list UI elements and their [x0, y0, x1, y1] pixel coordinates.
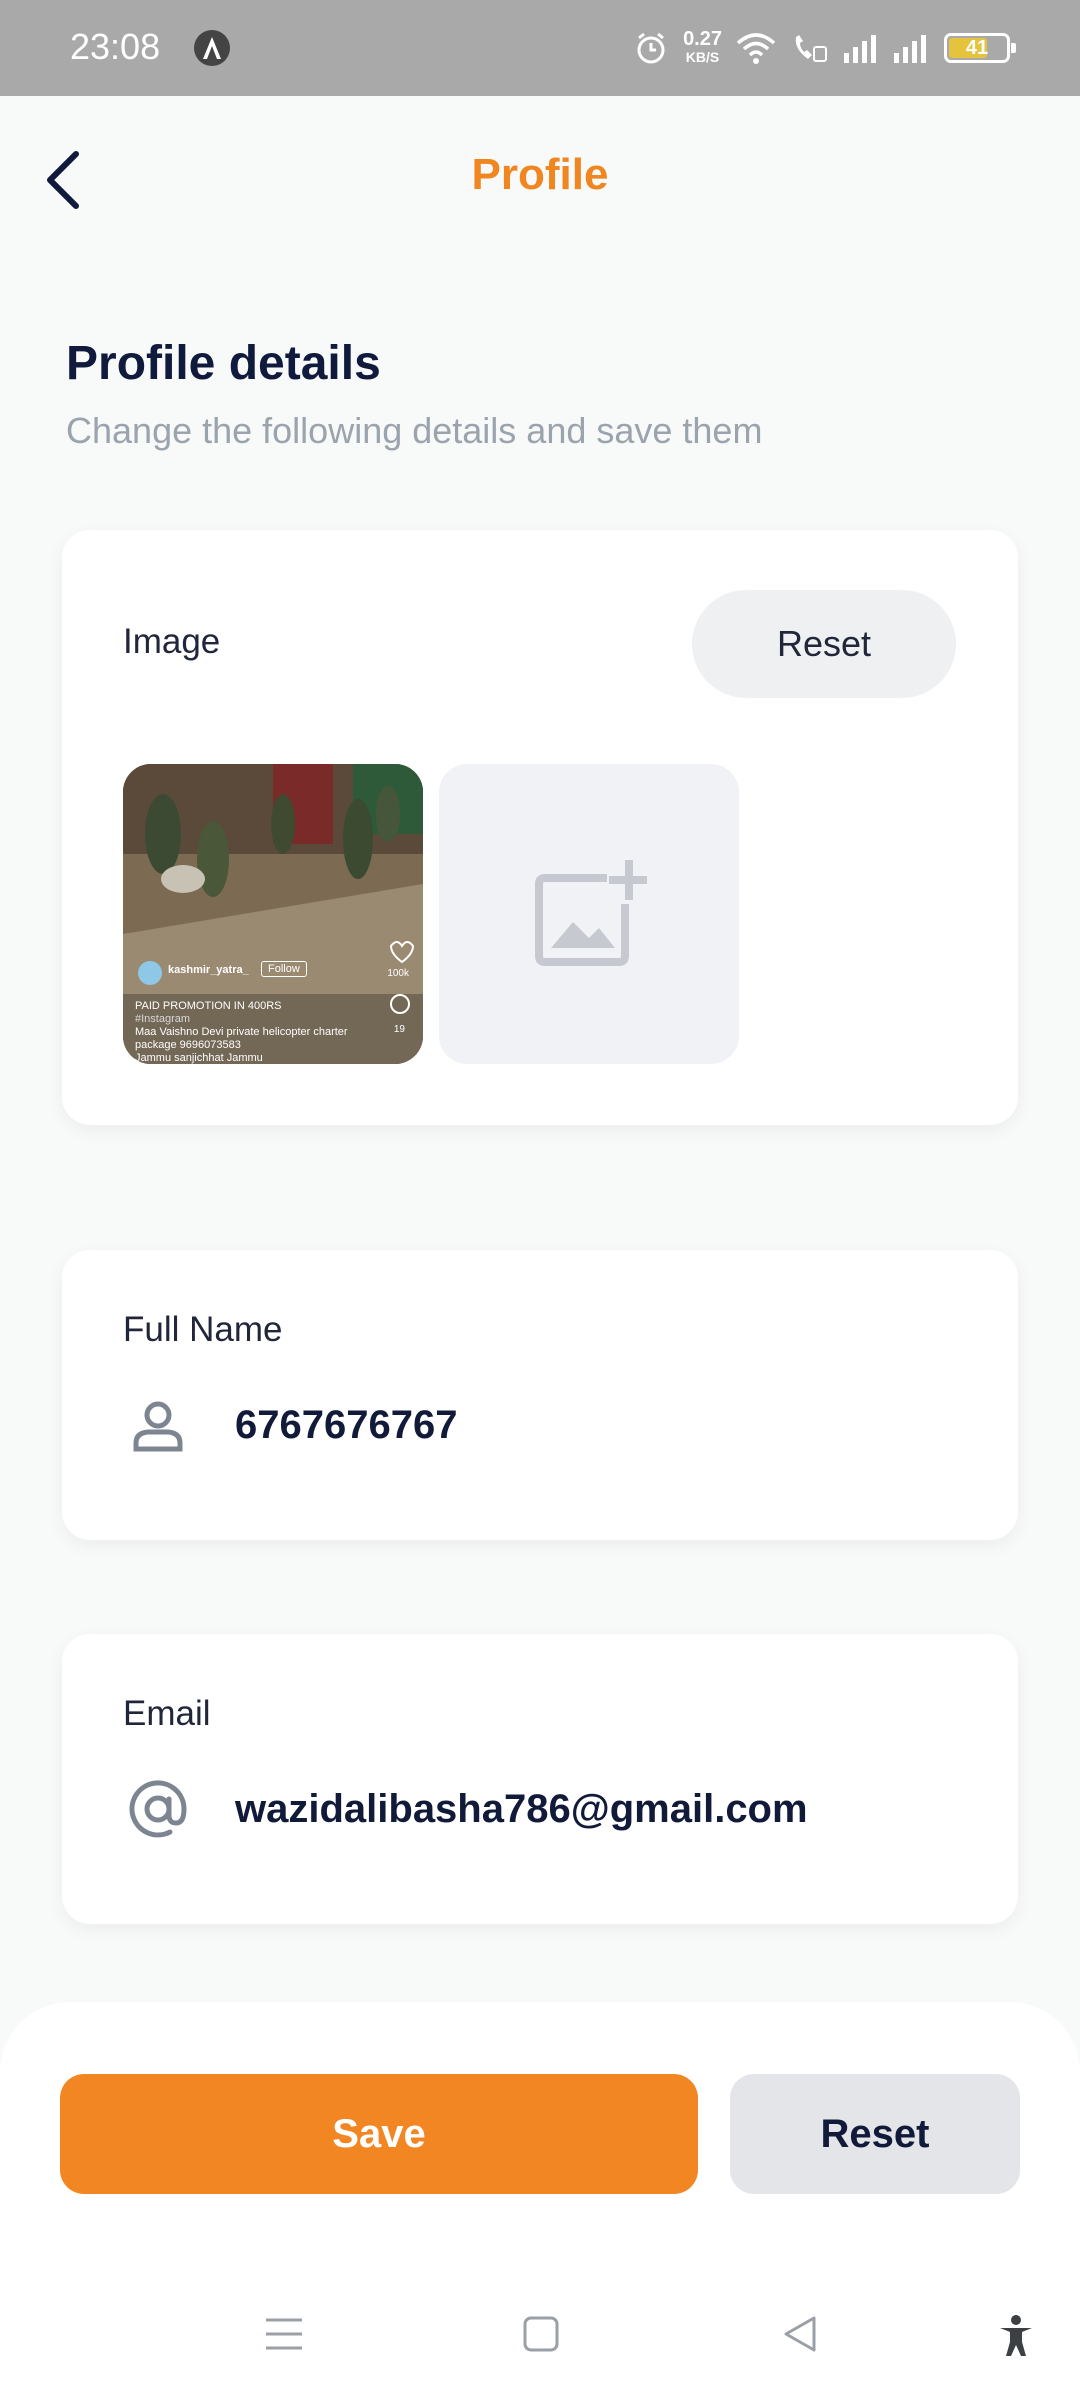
- thumbnail-comments: 19: [393, 1024, 405, 1035]
- status-icons: 0.27 KB/S 41: [633, 24, 1016, 72]
- wifi-icon: [736, 33, 776, 64]
- add-image-button[interactable]: [439, 764, 739, 1064]
- full-name-field[interactable]: 6767676767: [123, 1390, 457, 1460]
- thumbnail-caption-line4: Jammu sanjichhat Jammu: [135, 1052, 263, 1064]
- image-label: Image: [123, 622, 221, 661]
- section-subtitle: Change the following details and save th…: [66, 410, 763, 451]
- battery-icon: 41: [944, 33, 1016, 63]
- email-field[interactable]: wazidalibasha786@gmail.com: [123, 1774, 808, 1844]
- full-name-label: Full Name: [123, 1310, 283, 1349]
- email-label: Email: [123, 1694, 211, 1733]
- thumbnail-follow: Follow: [261, 961, 307, 977]
- image-reset-button[interactable]: Reset: [692, 590, 956, 698]
- signal-2-icon: [894, 35, 926, 63]
- network-speed-unit: KB/S: [685, 49, 720, 65]
- thumbnail-caption: PAID PROMOTION IN 400RS #Instagram Maa V…: [135, 1000, 365, 1064]
- thumbnail-likes: 100k: [387, 968, 409, 979]
- at-sign-icon: [123, 1774, 193, 1844]
- system-nav-bar: [0, 2298, 1080, 2378]
- person-icon: [123, 1390, 193, 1460]
- thumbnail-caption-line1: PAID PROMOTION IN 400RS: [135, 1000, 282, 1012]
- full-name-value: 6767676767: [235, 1402, 458, 1447]
- accessibility-icon[interactable]: [996, 2314, 1036, 2358]
- app-notification-icon: [192, 28, 232, 68]
- network-speed-value: 0.27: [683, 28, 722, 50]
- battery-level: 41: [965, 37, 989, 59]
- save-button[interactable]: Save: [60, 2074, 698, 2194]
- bottom-action-sheet: Save Reset: [0, 2002, 1080, 2400]
- email-card: Email wazidalibasha786@gmail.com: [62, 1634, 1018, 1924]
- status-time: 23:08: [70, 26, 161, 67]
- thumbnail-caption-line3: package 9696073583: [135, 1039, 241, 1051]
- thumbnail-caption-tag: #Instagram: [135, 1013, 191, 1025]
- reset-button[interactable]: Reset: [730, 2074, 1020, 2194]
- back-triangle-icon[interactable]: [780, 2314, 820, 2354]
- page-title: Profile: [471, 150, 609, 199]
- thumbnail-caption-line2: Maa Vaishno Devi private helicopter char…: [135, 1026, 348, 1038]
- signal-1-icon: [844, 35, 876, 63]
- network-speed: 0.27 KB/S: [683, 28, 722, 66]
- thumbnail-username: kashmir_yatra_: [168, 964, 249, 976]
- volte-call-icon: [795, 35, 827, 62]
- alarm-icon: [637, 32, 665, 64]
- section-title: Profile details: [66, 337, 381, 390]
- image-card: Image Reset kashmir_yatra_ Follow 100k 1…: [62, 530, 1018, 1125]
- menu-icon[interactable]: [264, 2314, 304, 2354]
- profile-image-thumbnail[interactable]: kashmir_yatra_ Follow 100k 19 PAID PROMO…: [123, 764, 423, 1064]
- email-value: wazidalibasha786@gmail.com: [235, 1786, 808, 1831]
- status-bar: 23:08 0.27 KB/S 41: [0, 0, 1080, 96]
- full-name-card: Full Name 6767676767: [62, 1250, 1018, 1540]
- home-square-icon[interactable]: [522, 2314, 560, 2354]
- add-photo-icon: [535, 860, 647, 966]
